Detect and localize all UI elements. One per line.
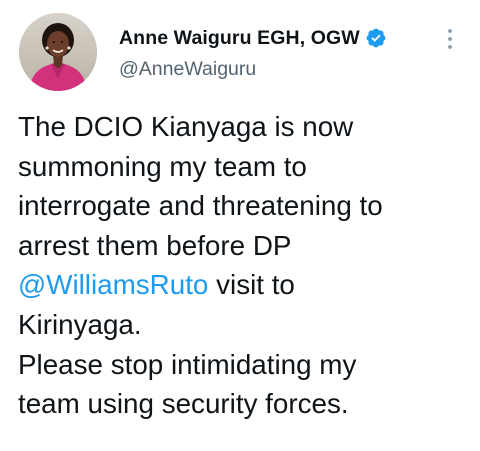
tweet-text-line-with-mention: @WilliamsRuto visit to xyxy=(18,265,470,305)
author-avatar[interactable] xyxy=(19,13,97,91)
more-options-icon[interactable] xyxy=(440,27,460,51)
tweet-header: Anne Waiguru EGH, OGW @AnneWaiguru xyxy=(119,26,440,81)
tweet-text-line: team using security forces. xyxy=(18,388,349,420)
tweet-text-line: arrest them before DP xyxy=(18,229,292,261)
tweet-text-line: Please stop intimidating my xyxy=(18,348,357,380)
verified-badge-icon xyxy=(365,27,387,49)
tweet-text-line: Kirinyaga. xyxy=(18,308,142,340)
tweet-text-line: interrogate and threatening to xyxy=(18,190,383,222)
tweet-text: The DCIO Kianyaga is now summoning my te… xyxy=(18,107,470,424)
author-handle[interactable]: @AnneWaiguru xyxy=(119,58,440,81)
tweet-card: Anne Waiguru EGH, OGW @AnneWaiguru The D… xyxy=(0,0,480,451)
tweet-text-fragment: visit to xyxy=(208,269,295,301)
tweet-text-line: The DCIO Kianyaga is now xyxy=(18,111,354,142)
name-row: Anne Waiguru EGH, OGW xyxy=(119,26,440,50)
mention-link[interactable]: @WilliamsRuto xyxy=(18,269,208,300)
tweet-text-line: summoning my team to xyxy=(18,150,307,182)
author-display-name[interactable]: Anne Waiguru EGH, OGW xyxy=(119,27,360,50)
avatar-photo xyxy=(19,13,97,91)
